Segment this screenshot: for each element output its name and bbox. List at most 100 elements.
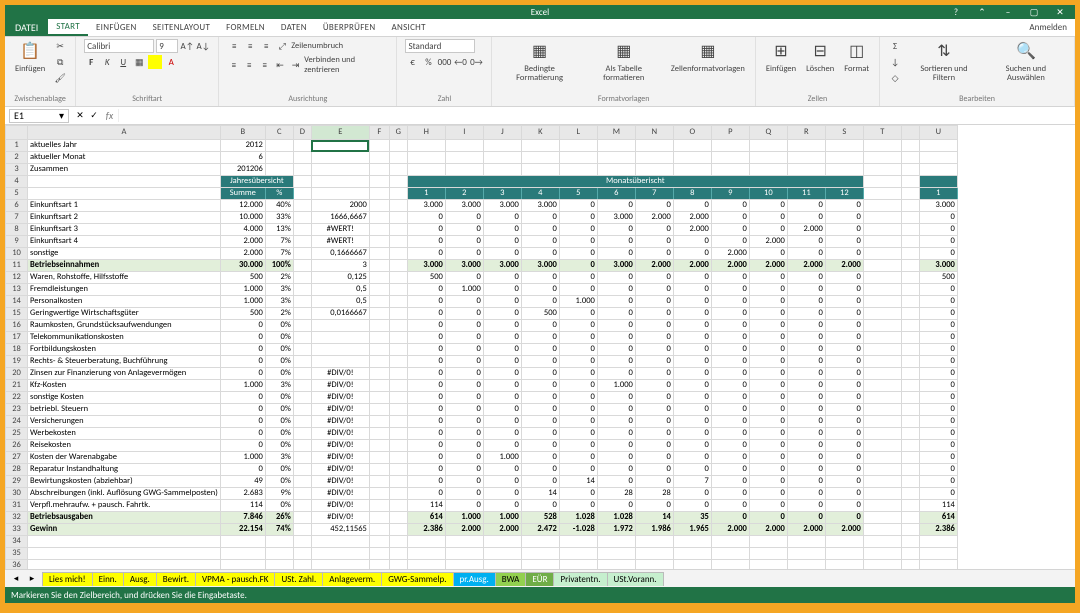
- row-header[interactable]: 24: [6, 416, 28, 428]
- insert-cells-button[interactable]: ⊞Einfügen: [764, 39, 798, 76]
- row-header[interactable]: 25: [6, 428, 28, 440]
- fill-color-icon[interactable]: [148, 55, 162, 69]
- col-header[interactable]: S: [825, 126, 863, 140]
- col-header[interactable]: R: [787, 126, 825, 140]
- delete-cells-button[interactable]: ⊟Löschen: [804, 39, 836, 76]
- tab-ansicht[interactable]: ANSICHT: [383, 19, 433, 36]
- tab-datei[interactable]: DATEI: [5, 19, 48, 36]
- font-color-icon[interactable]: A: [164, 55, 178, 69]
- col-header[interactable]: P: [711, 126, 749, 140]
- tab-ueberpruefen[interactable]: ÜBERPRÜFEN: [315, 19, 384, 36]
- row-header[interactable]: 6: [6, 200, 28, 212]
- close-icon[interactable]: ✕: [1049, 6, 1071, 18]
- row-header[interactable]: 22: [6, 392, 28, 404]
- align-middle-icon[interactable]: ≡: [243, 39, 257, 53]
- currency-icon[interactable]: €: [405, 55, 419, 69]
- row-header[interactable]: 5: [6, 188, 28, 200]
- maximize-icon[interactable]: ▢: [1023, 6, 1045, 18]
- row-header[interactable]: 2: [6, 152, 28, 164]
- format-painter-icon[interactable]: 🖌: [53, 71, 67, 85]
- row-header[interactable]: 14: [6, 296, 28, 308]
- conditional-formatting-button[interactable]: ▦Bedingte Formatierung: [500, 39, 578, 86]
- wrap-text-button[interactable]: Zeilenumbruch: [291, 41, 343, 51]
- cut-icon[interactable]: ✂: [53, 39, 67, 53]
- number-format-select[interactable]: Standard: [405, 39, 475, 53]
- col-header[interactable]: M: [597, 126, 635, 140]
- row-header[interactable]: 35: [6, 548, 28, 560]
- border-icon[interactable]: ▦: [132, 55, 146, 69]
- name-box[interactable]: E1▾: [9, 109, 69, 123]
- row-header[interactable]: 31: [6, 500, 28, 512]
- decrease-indent-icon[interactable]: ⇤: [273, 58, 286, 72]
- sheet-tab[interactable]: Einn.: [92, 572, 124, 586]
- row-header[interactable]: 10: [6, 248, 28, 260]
- col-header[interactable]: N: [635, 126, 673, 140]
- align-center-icon[interactable]: ≡: [243, 58, 256, 72]
- help-icon[interactable]: ?: [945, 6, 967, 18]
- col-header[interactable]: J: [483, 126, 521, 140]
- increase-decimal-icon[interactable]: ←0: [453, 55, 467, 69]
- sheet-tab[interactable]: EÜR: [525, 572, 554, 586]
- tab-start[interactable]: START: [48, 19, 88, 36]
- row-header[interactable]: 9: [6, 236, 28, 248]
- orientation-icon[interactable]: ⤢: [275, 39, 289, 53]
- row-header[interactable]: 28: [6, 464, 28, 476]
- sheet-tab[interactable]: Bewirt.: [156, 572, 196, 586]
- increase-font-icon[interactable]: A↑: [180, 39, 194, 53]
- sheet-tab[interactable]: Anlageverm.: [322, 572, 382, 586]
- bold-button[interactable]: F: [84, 55, 98, 69]
- accept-formula-icon[interactable]: ✓: [87, 109, 101, 123]
- sign-in-link[interactable]: Anmelden: [1021, 19, 1075, 36]
- sheet-tab[interactable]: Privatentn.: [553, 572, 607, 586]
- tab-formeln[interactable]: FORMELN: [218, 19, 273, 36]
- sheet-tab[interactable]: GWG-Sammelp.: [381, 572, 453, 586]
- col-header[interactable]: F: [369, 126, 389, 140]
- decrease-font-icon[interactable]: A↓: [196, 39, 210, 53]
- sheet-tab[interactable]: pr.Ausg.: [453, 572, 496, 586]
- sheet-nav-last-icon[interactable]: ▸: [25, 572, 39, 586]
- tab-daten[interactable]: DATEN: [273, 19, 315, 36]
- row-header[interactable]: 8: [6, 224, 28, 236]
- col-header[interactable]: G: [389, 126, 407, 140]
- row-header[interactable]: 16: [6, 320, 28, 332]
- col-header[interactable]: K: [521, 126, 559, 140]
- font-family-select[interactable]: Calibri: [84, 39, 154, 53]
- col-header[interactable]: [901, 126, 919, 140]
- col-header[interactable]: B: [220, 126, 265, 140]
- align-top-icon[interactable]: ≡: [227, 39, 241, 53]
- sheet-tab[interactable]: BWA: [495, 572, 527, 586]
- format-cells-button[interactable]: ◫Format: [842, 39, 871, 76]
- clear-icon[interactable]: ◇: [888, 71, 902, 85]
- align-bottom-icon[interactable]: ≡: [259, 39, 273, 53]
- paste-button[interactable]: 📋 Einfügen: [13, 39, 47, 76]
- align-left-icon[interactable]: ≡: [227, 58, 240, 72]
- col-header[interactable]: E: [311, 126, 369, 140]
- sheet-tab[interactable]: Ausg.: [123, 572, 157, 586]
- row-header[interactable]: 4: [6, 176, 28, 188]
- row-header[interactable]: 18: [6, 344, 28, 356]
- increase-indent-icon[interactable]: ⇥: [289, 58, 302, 72]
- sheet-tab[interactable]: USt.Vorann.: [607, 572, 664, 586]
- row-header[interactable]: 26: [6, 440, 28, 452]
- thousands-icon[interactable]: 000: [437, 55, 451, 69]
- col-header[interactable]: D: [293, 126, 311, 140]
- row-header[interactable]: 34: [6, 536, 28, 548]
- tab-seitenlayout[interactable]: SEITENLAYOUT: [145, 19, 219, 36]
- row-header[interactable]: 33: [6, 524, 28, 536]
- merge-center-button[interactable]: Verbinden und zentrieren: [304, 55, 388, 75]
- row-header[interactable]: 1: [6, 140, 28, 152]
- row-header[interactable]: 12: [6, 272, 28, 284]
- row-header[interactable]: 19: [6, 356, 28, 368]
- col-header[interactable]: U: [919, 126, 957, 140]
- row-header[interactable]: 27: [6, 452, 28, 464]
- row-header[interactable]: 29: [6, 476, 28, 488]
- row-header[interactable]: 21: [6, 380, 28, 392]
- italic-button[interactable]: K: [100, 55, 114, 69]
- decrease-decimal-icon[interactable]: 0→: [469, 55, 483, 69]
- row-header[interactable]: 7: [6, 212, 28, 224]
- copy-icon[interactable]: ⧉: [53, 55, 67, 69]
- row-header[interactable]: 36: [6, 560, 28, 570]
- cancel-formula-icon[interactable]: ✕: [73, 109, 87, 123]
- col-header[interactable]: T: [863, 126, 901, 140]
- font-size-select[interactable]: 9: [156, 39, 178, 53]
